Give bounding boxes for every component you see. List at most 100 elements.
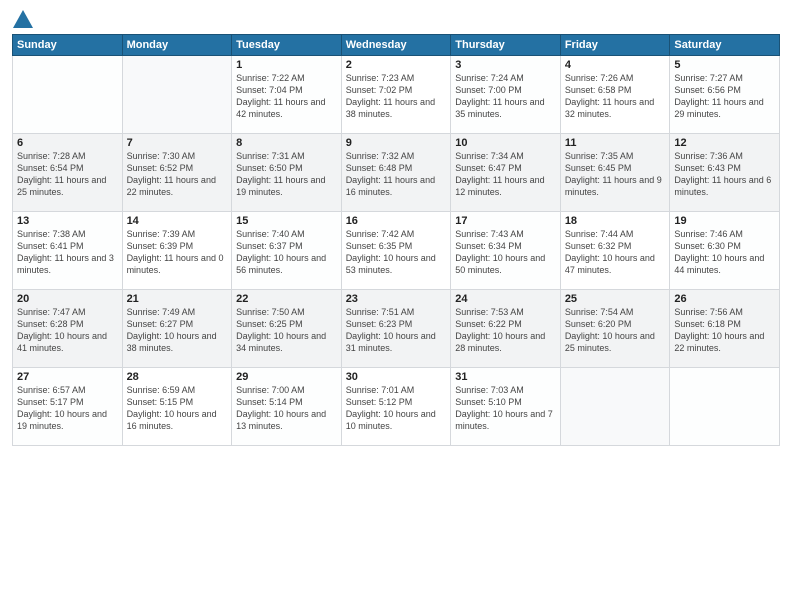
calendar-cell (560, 368, 670, 446)
day-info: Sunrise: 7:27 AM Sunset: 6:56 PM Dayligh… (674, 72, 775, 121)
calendar-cell: 15Sunrise: 7:40 AM Sunset: 6:37 PM Dayli… (232, 212, 342, 290)
days-header-row: SundayMondayTuesdayWednesdayThursdayFrid… (13, 35, 780, 56)
day-number: 1 (236, 59, 337, 71)
day-number: 2 (346, 59, 447, 71)
calendar-cell (13, 56, 123, 134)
day-header-sunday: Sunday (13, 35, 123, 56)
day-number: 28 (127, 371, 228, 383)
calendar-cell: 31Sunrise: 7:03 AM Sunset: 5:10 PM Dayli… (451, 368, 561, 446)
day-info: Sunrise: 6:57 AM Sunset: 5:17 PM Dayligh… (17, 384, 118, 433)
calendar-cell: 6Sunrise: 7:28 AM Sunset: 6:54 PM Daylig… (13, 134, 123, 212)
calendar-table: SundayMondayTuesdayWednesdayThursdayFrid… (12, 34, 780, 446)
calendar-cell: 11Sunrise: 7:35 AM Sunset: 6:45 PM Dayli… (560, 134, 670, 212)
day-number: 25 (565, 293, 666, 305)
day-number: 17 (455, 215, 556, 227)
day-info: Sunrise: 7:32 AM Sunset: 6:48 PM Dayligh… (346, 150, 447, 199)
calendar-cell: 9Sunrise: 7:32 AM Sunset: 6:48 PM Daylig… (341, 134, 451, 212)
day-info: Sunrise: 7:47 AM Sunset: 6:28 PM Dayligh… (17, 306, 118, 355)
day-number: 26 (674, 293, 775, 305)
day-header-monday: Monday (122, 35, 232, 56)
week-row-2: 6Sunrise: 7:28 AM Sunset: 6:54 PM Daylig… (13, 134, 780, 212)
day-info: Sunrise: 7:35 AM Sunset: 6:45 PM Dayligh… (565, 150, 666, 199)
calendar-cell: 1Sunrise: 7:22 AM Sunset: 7:04 PM Daylig… (232, 56, 342, 134)
day-number: 8 (236, 137, 337, 149)
day-header-tuesday: Tuesday (232, 35, 342, 56)
day-number: 21 (127, 293, 228, 305)
day-info: Sunrise: 7:28 AM Sunset: 6:54 PM Dayligh… (17, 150, 118, 199)
calendar-cell: 25Sunrise: 7:54 AM Sunset: 6:20 PM Dayli… (560, 290, 670, 368)
day-number: 16 (346, 215, 447, 227)
day-header-wednesday: Wednesday (341, 35, 451, 56)
day-info: Sunrise: 7:56 AM Sunset: 6:18 PM Dayligh… (674, 306, 775, 355)
calendar-cell (670, 368, 780, 446)
day-number: 13 (17, 215, 118, 227)
day-number: 23 (346, 293, 447, 305)
day-info: Sunrise: 7:54 AM Sunset: 6:20 PM Dayligh… (565, 306, 666, 355)
calendar-cell: 23Sunrise: 7:51 AM Sunset: 6:23 PM Dayli… (341, 290, 451, 368)
page-container: SundayMondayTuesdayWednesdayThursdayFrid… (0, 0, 792, 454)
page-header (12, 10, 780, 28)
calendar-cell (122, 56, 232, 134)
day-header-friday: Friday (560, 35, 670, 56)
day-number: 9 (346, 137, 447, 149)
day-info: Sunrise: 6:59 AM Sunset: 5:15 PM Dayligh… (127, 384, 228, 433)
day-number: 3 (455, 59, 556, 71)
calendar-cell: 26Sunrise: 7:56 AM Sunset: 6:18 PM Dayli… (670, 290, 780, 368)
day-header-thursday: Thursday (451, 35, 561, 56)
day-info: Sunrise: 7:03 AM Sunset: 5:10 PM Dayligh… (455, 384, 556, 433)
calendar-cell: 21Sunrise: 7:49 AM Sunset: 6:27 PM Dayli… (122, 290, 232, 368)
calendar-cell: 24Sunrise: 7:53 AM Sunset: 6:22 PM Dayli… (451, 290, 561, 368)
day-info: Sunrise: 7:24 AM Sunset: 7:00 PM Dayligh… (455, 72, 556, 121)
calendar-cell: 7Sunrise: 7:30 AM Sunset: 6:52 PM Daylig… (122, 134, 232, 212)
day-info: Sunrise: 7:46 AM Sunset: 6:30 PM Dayligh… (674, 228, 775, 277)
calendar-cell: 3Sunrise: 7:24 AM Sunset: 7:00 PM Daylig… (451, 56, 561, 134)
day-info: Sunrise: 7:42 AM Sunset: 6:35 PM Dayligh… (346, 228, 447, 277)
calendar-cell: 22Sunrise: 7:50 AM Sunset: 6:25 PM Dayli… (232, 290, 342, 368)
day-number: 19 (674, 215, 775, 227)
day-info: Sunrise: 7:36 AM Sunset: 6:43 PM Dayligh… (674, 150, 775, 199)
day-number: 7 (127, 137, 228, 149)
week-row-1: 1Sunrise: 7:22 AM Sunset: 7:04 PM Daylig… (13, 56, 780, 134)
day-number: 22 (236, 293, 337, 305)
calendar-cell: 13Sunrise: 7:38 AM Sunset: 6:41 PM Dayli… (13, 212, 123, 290)
calendar-cell: 20Sunrise: 7:47 AM Sunset: 6:28 PM Dayli… (13, 290, 123, 368)
calendar-cell: 4Sunrise: 7:26 AM Sunset: 6:58 PM Daylig… (560, 56, 670, 134)
day-number: 24 (455, 293, 556, 305)
calendar-cell: 14Sunrise: 7:39 AM Sunset: 6:39 PM Dayli… (122, 212, 232, 290)
day-number: 12 (674, 137, 775, 149)
calendar-cell: 30Sunrise: 7:01 AM Sunset: 5:12 PM Dayli… (341, 368, 451, 446)
day-info: Sunrise: 7:49 AM Sunset: 6:27 PM Dayligh… (127, 306, 228, 355)
day-number: 6 (17, 137, 118, 149)
day-number: 31 (455, 371, 556, 383)
day-number: 18 (565, 215, 666, 227)
calendar-cell: 19Sunrise: 7:46 AM Sunset: 6:30 PM Dayli… (670, 212, 780, 290)
week-row-4: 20Sunrise: 7:47 AM Sunset: 6:28 PM Dayli… (13, 290, 780, 368)
calendar-cell: 2Sunrise: 7:23 AM Sunset: 7:02 PM Daylig… (341, 56, 451, 134)
calendar-cell: 5Sunrise: 7:27 AM Sunset: 6:56 PM Daylig… (670, 56, 780, 134)
day-info: Sunrise: 7:43 AM Sunset: 6:34 PM Dayligh… (455, 228, 556, 277)
day-info: Sunrise: 7:23 AM Sunset: 7:02 PM Dayligh… (346, 72, 447, 121)
calendar-cell: 8Sunrise: 7:31 AM Sunset: 6:50 PM Daylig… (232, 134, 342, 212)
day-info: Sunrise: 7:51 AM Sunset: 6:23 PM Dayligh… (346, 306, 447, 355)
day-number: 15 (236, 215, 337, 227)
week-row-5: 27Sunrise: 6:57 AM Sunset: 5:17 PM Dayli… (13, 368, 780, 446)
day-info: Sunrise: 7:50 AM Sunset: 6:25 PM Dayligh… (236, 306, 337, 355)
day-number: 11 (565, 137, 666, 149)
day-info: Sunrise: 7:30 AM Sunset: 6:52 PM Dayligh… (127, 150, 228, 199)
day-info: Sunrise: 7:31 AM Sunset: 6:50 PM Dayligh… (236, 150, 337, 199)
week-row-3: 13Sunrise: 7:38 AM Sunset: 6:41 PM Dayli… (13, 212, 780, 290)
day-info: Sunrise: 7:26 AM Sunset: 6:58 PM Dayligh… (565, 72, 666, 121)
day-number: 14 (127, 215, 228, 227)
calendar-cell: 10Sunrise: 7:34 AM Sunset: 6:47 PM Dayli… (451, 134, 561, 212)
day-info: Sunrise: 7:00 AM Sunset: 5:14 PM Dayligh… (236, 384, 337, 433)
day-number: 5 (674, 59, 775, 71)
day-number: 10 (455, 137, 556, 149)
day-info: Sunrise: 7:40 AM Sunset: 6:37 PM Dayligh… (236, 228, 337, 277)
calendar-cell: 29Sunrise: 7:00 AM Sunset: 5:14 PM Dayli… (232, 368, 342, 446)
calendar-cell: 17Sunrise: 7:43 AM Sunset: 6:34 PM Dayli… (451, 212, 561, 290)
calendar-cell: 16Sunrise: 7:42 AM Sunset: 6:35 PM Dayli… (341, 212, 451, 290)
logo-icon (13, 10, 33, 28)
day-info: Sunrise: 7:44 AM Sunset: 6:32 PM Dayligh… (565, 228, 666, 277)
day-number: 27 (17, 371, 118, 383)
day-info: Sunrise: 7:53 AM Sunset: 6:22 PM Dayligh… (455, 306, 556, 355)
